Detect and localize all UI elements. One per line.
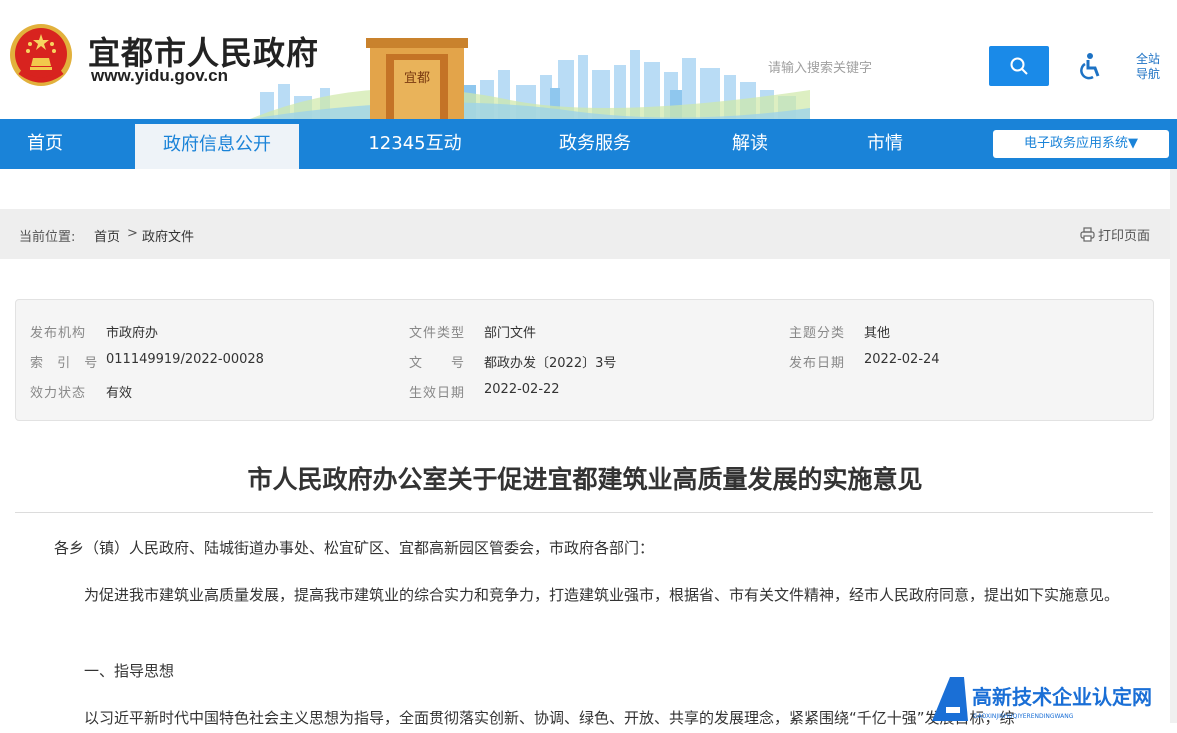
print-page-button[interactable]: 打印页面 xyxy=(1080,225,1150,244)
topic-label: 主题分类 xyxy=(789,326,846,341)
city-skyline-banner: 宜都 xyxy=(250,38,810,119)
watermark-text: 高新技术企业认定网 xyxy=(972,685,1152,709)
nav-item-city-info[interactable]: 市情 xyxy=(835,119,935,169)
document-title: 市人民政府办公室关于促进宜都建筑业高质量发展的实施意见 xyxy=(247,465,923,494)
type-label: 文件类型 xyxy=(409,326,466,341)
type-value: 部门文件 xyxy=(484,326,537,341)
egov-systems-dropdown[interactable]: 电子政务应用系统▼ xyxy=(993,130,1169,158)
index-value: 011149919/2022-00028 xyxy=(106,352,264,367)
site-url: www.yidu.gov.cn xyxy=(91,66,228,85)
title-divider xyxy=(15,512,1153,513)
breadcrumb: 当前位置: 首页 > 政府文件 打印页面 xyxy=(0,209,1170,259)
page-scrollbar[interactable] xyxy=(1170,169,1177,723)
nav-item-services[interactable]: 政务服务 xyxy=(535,119,655,169)
breadcrumb-label: 当前位置: xyxy=(19,230,76,245)
search-button[interactable] xyxy=(989,46,1049,86)
search-icon xyxy=(1010,57,1028,75)
article-salutation: 各乡（镇）人民政府、陆城街道办事处、松宜矿区、宜都高新园区管委会，市政府各部门： xyxy=(54,539,655,557)
topic-value: 其他 xyxy=(864,326,891,341)
published-date-value: 2022-02-24 xyxy=(864,352,940,367)
site-header: 宜都市人民政府 www.yidu.gov.cn 宜都 请输入搜索关键字 全站导航 xyxy=(0,0,1177,119)
nav-item-gov-info[interactable]: 政府信息公开 xyxy=(135,124,299,169)
accessibility-icon[interactable] xyxy=(1078,52,1102,80)
breadcrumb-current-link[interactable]: 政府文件 xyxy=(142,226,194,245)
issuer-label: 发布机构 xyxy=(30,326,87,341)
watermark-logo: 高新技术企业认定网 GAOXINJISHUQIYERENDINGWANG xyxy=(932,677,1152,721)
print-label: 打印页面 xyxy=(1098,229,1151,244)
docno-label: 文 号 xyxy=(409,356,466,371)
effective-date-value: 2022-02-22 xyxy=(484,382,560,397)
effective-date-label: 生效日期 xyxy=(409,386,466,401)
index-label: 索 引 号 xyxy=(30,356,103,371)
nav-item-home[interactable]: 首页 xyxy=(0,119,90,169)
published-date-label: 发布日期 xyxy=(789,356,846,371)
full-site-nav-link[interactable]: 全站导航 xyxy=(1133,52,1163,82)
printer-icon xyxy=(1080,227,1095,242)
document-metadata: 发布机构 市政府办 索 引 号 011149919/2022-00028 效力状… xyxy=(15,299,1154,421)
national-emblem-icon xyxy=(10,24,72,86)
breadcrumb-separator: > xyxy=(127,226,138,241)
status-value: 有效 xyxy=(106,386,133,401)
nav-item-interpretation[interactable]: 解读 xyxy=(700,119,800,169)
search-input[interactable] xyxy=(760,52,990,84)
watermark-subtext: GAOXINJISHUQIYERENDINGWANG xyxy=(973,713,1074,720)
gate-sign-text: 宜都 xyxy=(404,71,430,86)
breadcrumb-home-link[interactable]: 首页 xyxy=(94,226,120,245)
article-intro-paragraph: 为促进我市建筑业高质量发展，提高我市建筑业的综合实力和竞争力，打造建筑业强市，根… xyxy=(54,586,1120,604)
status-label: 效力状态 xyxy=(30,386,87,401)
main-nav: 首页 政府信息公开 12345互动 政务服务 解读 市情 电子政务应用系统▼ xyxy=(0,119,1177,169)
nav-item-12345[interactable]: 12345互动 xyxy=(355,119,475,169)
issuer-value: 市政府办 xyxy=(106,326,159,341)
docno-value: 都政办发〔2022〕3号 xyxy=(484,356,617,371)
